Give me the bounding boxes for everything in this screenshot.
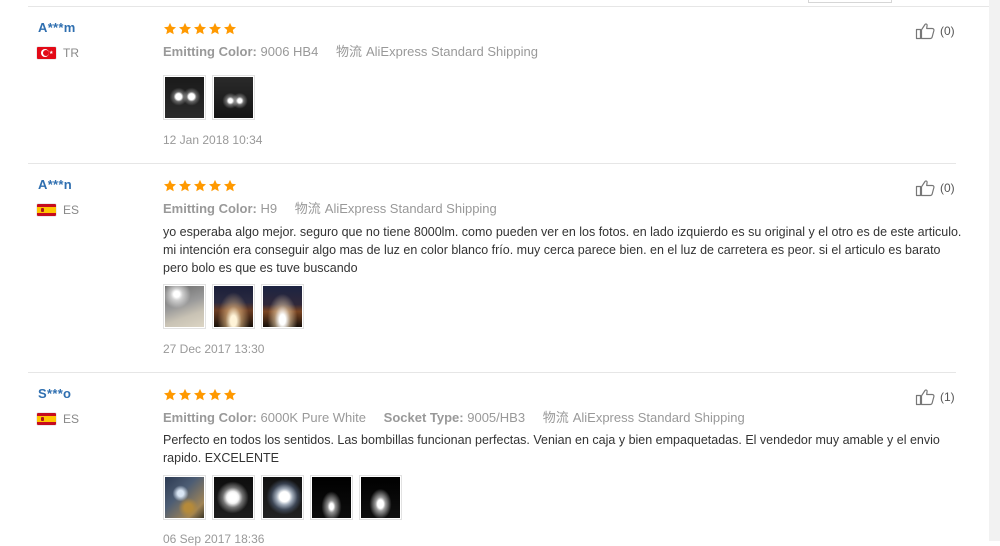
review-photo-thumbnail[interactable] <box>163 284 206 329</box>
review-photo-thumbnail[interactable] <box>359 475 402 520</box>
review-photos <box>163 284 304 329</box>
review-photo-thumbnail[interactable] <box>261 284 304 329</box>
star-icon <box>163 179 177 192</box>
spain-flag-icon <box>37 413 56 425</box>
emitting-color-label: Emitting Color: <box>163 410 257 425</box>
engine-bay-photo <box>165 477 204 518</box>
shipping-prefix: 物流 <box>335 44 362 59</box>
buyer-name[interactable]: S***o <box>38 386 71 401</box>
socket-type-value: 9005/HB3 <box>467 410 526 425</box>
thumbs-up-icon[interactable] <box>915 388 937 406</box>
dark-beam-photo <box>361 477 400 518</box>
helpful-vote[interactable]: (1) <box>915 388 955 406</box>
review-attributes: Emitting Color: H9 物流 AliExpress Standard… <box>163 198 497 217</box>
helpful-vote[interactable]: (0) <box>915 22 955 40</box>
review-date: 06 Sep 2017 18:36 <box>163 532 265 546</box>
headlight-glow-photo <box>263 477 302 518</box>
review-attributes: Emitting Color: 9006 HB4 物流 AliExpress St… <box>163 41 538 60</box>
review-item: A***n ES Emitting Color: H9 物流 AliExpress… <box>0 177 1000 367</box>
review-divider <box>28 372 956 373</box>
review-item: S***o ES Emitting Color: 6000K Pure Whit… <box>0 386 1000 546</box>
country-code: ES <box>63 203 80 217</box>
star-rating <box>163 22 237 36</box>
star-icon <box>193 22 207 35</box>
star-icon <box>178 388 192 401</box>
emitting-color-value: 9006 HB4 <box>260 44 319 59</box>
review-photo-thumbnail[interactable] <box>310 475 353 520</box>
star-icon <box>223 179 237 192</box>
thumbs-up-icon[interactable] <box>915 22 937 40</box>
shipping-method: AliExpress Standard Shipping <box>365 44 538 59</box>
garage-light-photo <box>165 286 204 327</box>
review-photo-thumbnail[interactable] <box>261 475 304 520</box>
review-photo-thumbnail[interactable] <box>212 284 255 329</box>
review-item: A***m ★ TR Emitting Color: 9006 HB4 物流 Al… <box>0 20 1000 160</box>
review-divider <box>28 163 956 164</box>
review-date: 12 Jan 2018 10:34 <box>163 133 263 147</box>
review-photos <box>163 475 402 520</box>
buyer-country: ES <box>37 412 79 426</box>
shipping-prefix: 物流 <box>294 201 321 216</box>
review-photo-thumbnail[interactable] <box>212 475 255 520</box>
star-rating <box>163 388 237 402</box>
review-photo-thumbnail[interactable] <box>163 75 206 120</box>
road-night-photo <box>214 286 253 327</box>
star-icon <box>178 22 192 35</box>
turkey-flag-icon: ★ <box>37 47 56 59</box>
review-photo-thumbnail[interactable] <box>163 475 206 520</box>
shipping-prefix: 物流 <box>542 410 569 425</box>
emitting-color-label: Emitting Color: <box>163 44 257 59</box>
helpful-count: (1) <box>940 390 955 404</box>
helpful-count: (0) <box>940 24 955 38</box>
country-code: TR <box>63 46 79 60</box>
headlights-night-photo <box>165 77 204 118</box>
helpful-vote[interactable]: (0) <box>915 179 955 197</box>
star-icon <box>223 388 237 401</box>
review-photos <box>163 75 255 120</box>
headlight-bulb-photo <box>214 477 253 518</box>
star-icon <box>208 179 222 192</box>
socket-type-label: Socket Type: <box>383 410 464 425</box>
spain-flag-icon <box>37 204 56 216</box>
country-code: ES <box>63 412 80 426</box>
star-icon <box>193 388 207 401</box>
buyer-country: ES <box>37 203 79 217</box>
dark-beam-photo <box>312 477 351 518</box>
review-photo-thumbnail[interactable] <box>212 75 255 120</box>
shipping-method: AliExpress Standard Shipping <box>324 201 497 216</box>
star-rating <box>163 179 237 193</box>
shipping-method: AliExpress Standard Shipping <box>572 410 745 425</box>
emitting-color-label: Emitting Color: <box>163 201 257 216</box>
emitting-color-value: H9 <box>260 201 278 216</box>
review-date: 27 Dec 2017 13:30 <box>163 342 265 356</box>
buyer-name[interactable]: A***m <box>38 20 76 35</box>
helpful-count: (0) <box>940 181 955 195</box>
star-icon <box>163 388 177 401</box>
road-night-photo <box>263 286 302 327</box>
star-icon <box>163 22 177 35</box>
headlights-night-photo <box>214 77 253 118</box>
review-text: yo esperaba algo mejor. seguro que no ti… <box>163 225 962 275</box>
star-icon <box>208 22 222 35</box>
star-icon <box>208 388 222 401</box>
star-icon <box>193 179 207 192</box>
buyer-name[interactable]: A***n <box>38 177 72 192</box>
pagination-box-edge <box>808 0 892 3</box>
top-divider <box>28 6 1000 7</box>
star-icon <box>223 22 237 35</box>
thumbs-up-icon[interactable] <box>915 179 937 197</box>
emitting-color-value: 6000K Pure White <box>260 410 367 425</box>
buyer-country: ★ TR <box>37 46 79 60</box>
review-attributes: Emitting Color: 6000K Pure White Socket … <box>163 407 745 426</box>
star-icon <box>178 179 192 192</box>
review-text: Perfecto en todos los sentidos. Las bomb… <box>163 433 940 465</box>
